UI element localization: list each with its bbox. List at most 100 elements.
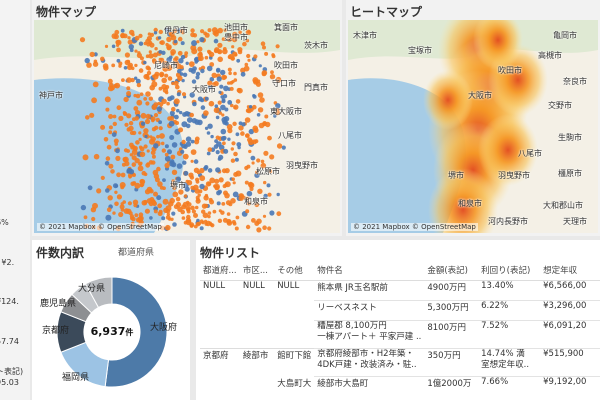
property-point[interactable] <box>211 72 217 78</box>
property-point[interactable] <box>139 178 146 185</box>
heatmap-attribution[interactable]: © 2021 Mapbox © OpenStreetMap <box>351 223 478 231</box>
property-point[interactable] <box>197 193 201 197</box>
property-point[interactable] <box>171 211 176 216</box>
property-point[interactable] <box>213 38 219 44</box>
property-point[interactable] <box>193 213 198 218</box>
property-point[interactable] <box>145 54 150 58</box>
property-point[interactable] <box>168 217 172 221</box>
property-point[interactable] <box>218 111 222 115</box>
property-point[interactable] <box>147 66 151 71</box>
property-point[interactable] <box>185 179 190 184</box>
property-point[interactable] <box>96 188 102 194</box>
property-point[interactable] <box>108 163 114 169</box>
property-point[interactable] <box>208 51 215 58</box>
property-point[interactable] <box>217 56 223 63</box>
property-point[interactable] <box>132 199 139 205</box>
col-city[interactable]: 市区... <box>239 260 275 281</box>
property-point[interactable] <box>226 212 231 216</box>
property-point[interactable] <box>143 97 148 101</box>
property-point[interactable] <box>200 105 206 110</box>
property-point[interactable] <box>235 215 240 220</box>
property-point[interactable] <box>223 148 229 154</box>
property-point[interactable] <box>175 121 179 125</box>
property-point[interactable] <box>169 135 175 140</box>
property-point[interactable] <box>112 114 117 119</box>
property-point[interactable] <box>136 82 142 88</box>
property-point[interactable] <box>154 71 160 77</box>
property-point[interactable] <box>265 121 271 128</box>
property-point[interactable] <box>181 92 187 97</box>
property-point[interactable] <box>126 86 131 91</box>
property-point[interactable] <box>128 62 133 68</box>
property-point[interactable] <box>113 138 119 144</box>
property-point[interactable] <box>217 157 222 161</box>
property-point[interactable] <box>131 33 135 37</box>
property-point[interactable] <box>214 178 220 184</box>
property-point[interactable] <box>233 78 238 82</box>
property-point[interactable] <box>182 201 189 208</box>
property-point[interactable] <box>91 97 97 104</box>
property-point[interactable] <box>240 131 245 136</box>
property-point[interactable] <box>103 65 109 71</box>
property-point[interactable] <box>87 185 93 191</box>
property-point[interactable] <box>276 192 280 197</box>
property-point[interactable] <box>177 75 183 81</box>
property-point[interactable] <box>139 161 143 165</box>
property-point[interactable] <box>217 42 223 48</box>
property-point[interactable] <box>180 149 185 154</box>
property-point[interactable] <box>196 197 200 202</box>
property-point[interactable] <box>256 227 262 233</box>
property-point[interactable] <box>254 139 259 144</box>
property-point[interactable] <box>170 49 177 55</box>
property-point[interactable] <box>222 184 227 189</box>
property-point[interactable] <box>251 218 256 223</box>
property-point[interactable] <box>216 190 221 196</box>
property-point[interactable] <box>162 178 166 183</box>
property-point[interactable] <box>207 211 212 215</box>
property-point[interactable] <box>175 84 180 90</box>
property-point[interactable] <box>121 78 125 82</box>
property-point[interactable] <box>190 32 196 38</box>
property-point[interactable] <box>106 207 112 212</box>
property-point[interactable] <box>190 28 195 33</box>
property-point[interactable] <box>252 77 259 84</box>
property-point[interactable] <box>148 50 152 54</box>
property-point[interactable] <box>194 57 199 62</box>
property-point[interactable] <box>224 192 230 199</box>
property-point[interactable] <box>153 191 158 197</box>
property-point[interactable] <box>166 101 170 106</box>
property-point[interactable] <box>128 44 134 50</box>
property-point[interactable] <box>177 206 183 212</box>
property-point[interactable] <box>127 201 132 206</box>
property-point[interactable] <box>106 144 112 150</box>
property-point[interactable] <box>198 57 202 61</box>
property-point[interactable] <box>194 136 200 142</box>
property-point[interactable] <box>103 137 109 142</box>
table-row[interactable]: NULL NULL NULL 熊本県 JR玉名駅前 4900万円 13.40% … <box>200 280 600 301</box>
property-point[interactable] <box>134 213 139 218</box>
property-point[interactable] <box>158 120 162 125</box>
property-point[interactable] <box>182 72 188 77</box>
property-point[interactable] <box>113 183 118 189</box>
property-point[interactable] <box>180 41 185 46</box>
property-point[interactable] <box>264 114 269 119</box>
property-point[interactable] <box>79 37 86 43</box>
property-point[interactable] <box>153 173 160 179</box>
property-point[interactable] <box>131 162 137 167</box>
property-point[interactable] <box>218 90 222 94</box>
property-point[interactable] <box>232 181 236 185</box>
property-point[interactable] <box>128 121 134 126</box>
property-point[interactable] <box>194 205 199 210</box>
property-point[interactable] <box>105 107 110 112</box>
property-point[interactable] <box>196 40 200 44</box>
property-point[interactable] <box>134 76 138 80</box>
property-point[interactable] <box>129 153 133 157</box>
property-point[interactable] <box>116 172 121 178</box>
property-point[interactable] <box>276 211 282 217</box>
property-point[interactable] <box>234 226 239 231</box>
property-point[interactable] <box>174 114 179 120</box>
property-point[interactable] <box>257 107 264 113</box>
property-point[interactable] <box>204 165 209 170</box>
property-point[interactable] <box>145 162 151 168</box>
property-point[interactable] <box>169 116 175 121</box>
